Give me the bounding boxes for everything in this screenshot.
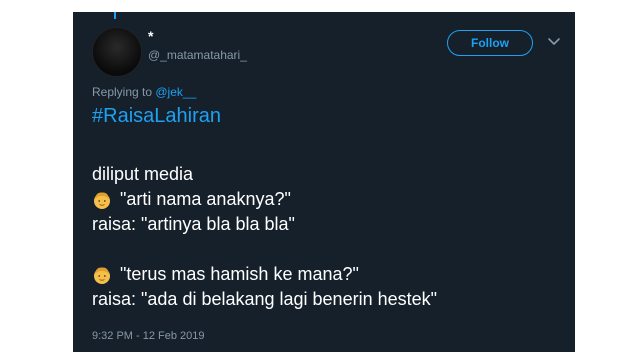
tweet-line-text: "arti nama anaknya?" bbox=[120, 189, 291, 209]
man-face-emoji-icon bbox=[94, 266, 110, 284]
tweet-line: "terus mas hamish ke mana?" bbox=[92, 262, 437, 287]
reply-prefix: Replying to bbox=[92, 85, 156, 99]
tweet-line: diliput media bbox=[92, 162, 437, 187]
tweet-line-text: raisa: "artinya bla bla bla" bbox=[92, 214, 295, 234]
tweet-line: "arti nama anaknya?" bbox=[92, 187, 437, 212]
man-face-emoji-icon bbox=[94, 191, 110, 209]
tweet-line-text: raisa: "ada di belakang lagi benerin hes… bbox=[92, 289, 438, 309]
display-name[interactable]: * bbox=[148, 28, 153, 44]
tweet-line: raisa: "artinya bla bla bla" bbox=[92, 212, 437, 237]
tweet-line: raisa: "ada di belakang lagi benerin hes… bbox=[92, 287, 437, 312]
reply-mention-link[interactable]: @jek__ bbox=[155, 85, 196, 99]
avatar[interactable] bbox=[92, 27, 142, 77]
hashtag-link[interactable]: #RaisaLahiran bbox=[92, 105, 221, 128]
tweet-card: * @_matamatahari_ Follow Replying to @je… bbox=[73, 12, 575, 352]
tweet-line-text: "terus mas hamish ke mana?" bbox=[120, 264, 359, 284]
replying-to: Replying to @jek__ bbox=[92, 85, 196, 99]
thread-connector bbox=[114, 12, 116, 19]
tweet-text: diliput media "arti nama anaknya?" raisa… bbox=[92, 162, 437, 312]
user-handle[interactable]: @_matamatahari_ bbox=[148, 48, 247, 62]
follow-button[interactable]: Follow bbox=[447, 30, 533, 56]
tweet-line-text: diliput media bbox=[92, 164, 194, 184]
chevron-down-icon[interactable] bbox=[547, 34, 561, 48]
timestamp[interactable]: 9:32 PM - 12 Feb 2019 bbox=[92, 330, 205, 342]
